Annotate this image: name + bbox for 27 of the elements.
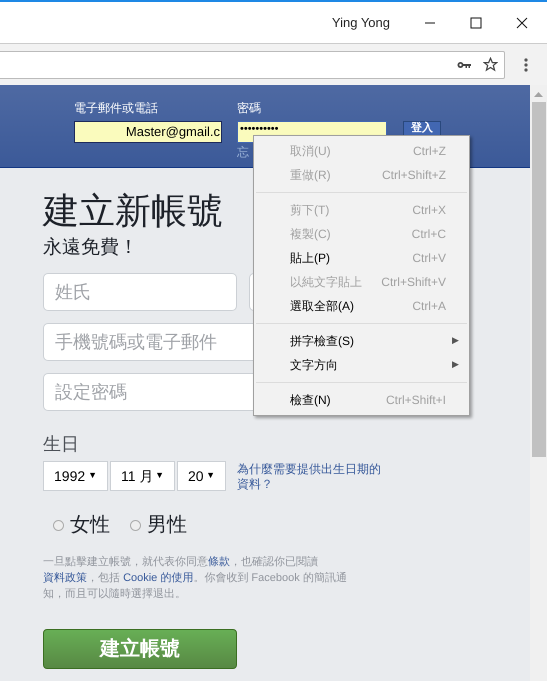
signup-title: 建立新帳號 (43, 190, 223, 234)
signup-subtitle: 永遠免費！ (43, 236, 138, 260)
menu-item[interactable]: 貼上(P) Ctrl+V (254, 246, 469, 270)
gender-radio[interactable]: 女性 (53, 510, 110, 540)
close-icon[interactable] (516, 16, 528, 28)
scroll-thumb[interactable] (532, 102, 546, 457)
gender-radio[interactable]: 男性 (130, 510, 187, 540)
key-icon[interactable] (457, 60, 471, 70)
terms-link[interactable]: Cookie 的使用 (123, 572, 194, 584)
birthday-select[interactable]: 11 月▼ (110, 461, 175, 491)
email-field[interactable]: Master@gmail.c (74, 121, 222, 143)
birthday-label: 生日 (43, 433, 80, 455)
birthday-select[interactable]: 20 ▼ (177, 461, 226, 491)
field-label: 電子郵件或電話 (74, 100, 159, 116)
menu-item[interactable]: 選取全部(A) Ctrl+A (254, 294, 469, 318)
menu-icon[interactable] (524, 58, 528, 72)
scrollbar[interactable] (530, 85, 547, 681)
terms-link[interactable]: 條款 (208, 556, 230, 568)
birthday-help-link[interactable]: 為什麼需要提供出生日期的資料？ (237, 462, 387, 492)
terms-link[interactable]: 資料政策 (43, 572, 87, 584)
maximize-icon[interactable] (470, 16, 482, 28)
birthday-select[interactable]: 1992 ▼ (43, 461, 108, 491)
star-icon[interactable] (483, 57, 498, 72)
terms-text: 一旦點擊建立帳號，就代表你同意條款，也確認你已閱讀 資料政策，包括 Cookie 的使用。你會收到 Facebook 的簡訊通知，而且可以隨時選擇退出。 (43, 554, 348, 602)
field-label: 密碼 (237, 100, 262, 116)
user-name: Ying Yong (332, 14, 390, 32)
text-field[interactable]: 姓氏 (43, 273, 237, 311)
